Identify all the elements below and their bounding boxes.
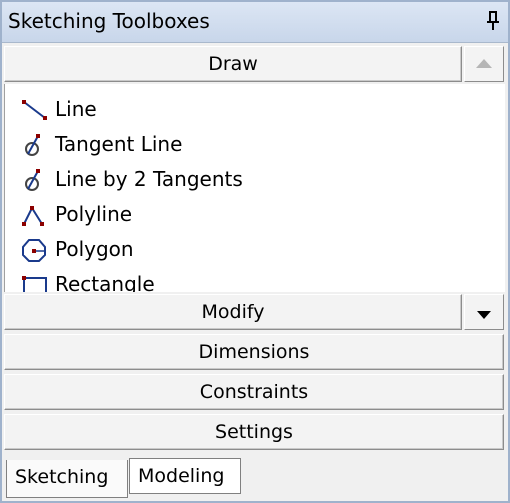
draw-section-label: Draw <box>208 53 258 75</box>
draw-section-header[interactable]: Draw <box>4 46 462 82</box>
scroll-up-button[interactable] <box>464 46 504 82</box>
sketching-toolboxes-panel: Sketching Toolboxes Draw Line Tangent Li… <box>0 0 510 503</box>
list-item-line-by-2-tangents[interactable]: Line by 2 Tangents <box>21 164 441 196</box>
panel-title-bar[interactable]: Sketching Toolboxes <box>2 2 508 43</box>
chevron-up-icon <box>476 59 492 68</box>
line-by-2-tangents-icon <box>21 168 49 192</box>
tab-label: Modeling <box>138 465 225 487</box>
polygon-icon <box>21 238 49 262</box>
dimensions-section-label: Dimensions <box>198 341 310 363</box>
tab-label: Sketching <box>15 466 109 488</box>
list-item-label: Line by 2 Tangents <box>55 167 243 191</box>
list-item-polygon[interactable]: Polygon <box>21 234 441 266</box>
rectangle-icon <box>21 273 49 292</box>
line-icon <box>21 98 49 122</box>
chevron-down-icon <box>477 311 491 319</box>
constraints-section-label: Constraints <box>199 381 309 403</box>
list-item-label: Tangent Line <box>55 132 183 156</box>
list-item-label: Rectangle <box>55 272 155 292</box>
list-item-label: Polygon <box>55 237 134 261</box>
constraints-section-header[interactable]: Constraints <box>4 374 504 410</box>
settings-section-label: Settings <box>215 421 293 443</box>
tab-modeling[interactable]: Modeling <box>129 458 241 494</box>
bottom-tab-strip: Sketching Modeling <box>4 456 504 501</box>
polyline-icon <box>21 203 49 227</box>
settings-section-header[interactable]: Settings <box>4 414 504 450</box>
list-item-label: Polyline <box>55 202 133 226</box>
list-item-line[interactable]: Line <box>21 94 441 126</box>
list-item-label: Line <box>55 97 97 121</box>
list-item-polyline[interactable]: Polyline <box>21 199 441 231</box>
scroll-down-button[interactable] <box>464 294 504 330</box>
draw-tools-list: Line Tangent Line Line by 2 Tangents Pol… <box>4 84 505 292</box>
panel-title: Sketching Toolboxes <box>8 9 210 33</box>
tab-sketching[interactable]: Sketching <box>6 460 128 498</box>
tangent-line-icon <box>21 133 49 157</box>
list-item-rectangle[interactable]: Rectangle <box>21 269 441 292</box>
dimensions-section-header[interactable]: Dimensions <box>4 334 504 370</box>
modify-section-label: Modify <box>201 301 265 323</box>
pin-icon[interactable] <box>486 10 500 32</box>
modify-section-header[interactable]: Modify <box>4 294 462 330</box>
list-item-tangent-line[interactable]: Tangent Line <box>21 129 441 161</box>
